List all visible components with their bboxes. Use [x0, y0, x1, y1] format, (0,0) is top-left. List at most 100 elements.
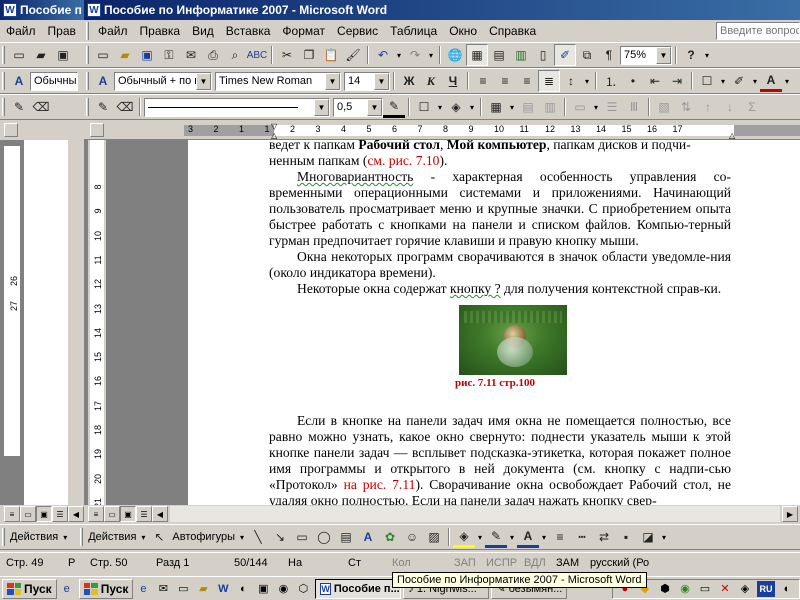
line-spacing-icon[interactable]: ↕ [560, 70, 582, 92]
autoshapes-dropdown-icon[interactable]: ▾ [237, 533, 247, 542]
status-track-changes[interactable]: ИСПР [480, 555, 518, 571]
outside-border-dropdown-icon[interactable]: ▾ [435, 103, 445, 112]
left-actions-dropdown-icon[interactable]: ▾ [60, 533, 70, 542]
left-vertical-scrollbar[interactable] [68, 140, 84, 505]
line-weight-combo[interactable]: 0,5 ▼ [333, 97, 383, 117]
quicklaunch-desktop-icon[interactable]: ▭ [175, 581, 191, 597]
underline-button[interactable]: Ч [442, 70, 464, 92]
undo-icon[interactable]: ↶ [372, 44, 394, 66]
distribute-columns-icon[interactable]: Ⅲ [623, 96, 645, 118]
tray-language-icon[interactable]: RU [757, 580, 775, 597]
web-view-icon[interactable]: ▭ [20, 506, 36, 522]
left-document-page[interactable] [24, 140, 68, 505]
diagram-icon[interactable]: ✿ [379, 526, 401, 548]
menu-insert[interactable]: Вставка [220, 24, 277, 38]
tables-borders-icon[interactable]: ▦ [466, 44, 488, 66]
toolbar-grip[interactable] [2, 46, 5, 64]
tray-app-icon[interactable]: ◉ [677, 581, 693, 597]
toolbar-options-icon[interactable]: ▾ [702, 51, 712, 60]
font-color-icon[interactable]: A [760, 70, 782, 92]
shadow-style-icon[interactable]: ▪ [615, 526, 637, 548]
paste-icon[interactable]: 📋 [320, 44, 342, 66]
chevron-down-icon[interactable]: ▼ [196, 72, 211, 90]
menu-window[interactable]: Окно [443, 24, 483, 38]
border-dropdown-icon[interactable]: ▾ [718, 77, 728, 86]
highlight-dropdown-icon[interactable]: ▾ [750, 77, 760, 86]
tray-close-icon[interactable]: ✕ [717, 581, 733, 597]
chevron-down-icon[interactable]: ▼ [656, 46, 671, 64]
quicklaunch-media-icon[interactable]: ◐ [235, 581, 251, 597]
grammar-flagged-word[interactable]: кнопку ? [450, 281, 501, 296]
menubar-grip[interactable] [86, 22, 89, 40]
align-left-icon[interactable]: ≡ [472, 70, 494, 92]
line-style-combo[interactable]: ▼ [144, 97, 330, 117]
toolbar-grip[interactable] [2, 528, 5, 546]
quicklaunch-folder-icon[interactable]: ▰ [195, 581, 211, 597]
undo-dropdown-icon[interactable]: ▾ [394, 51, 404, 60]
insert-picture-icon[interactable]: ▨ [423, 526, 445, 548]
menu-tools[interactable]: Сервис [331, 24, 384, 38]
align-right-icon[interactable]: ≡ [516, 70, 538, 92]
bold-button[interactable]: Ж [398, 70, 420, 92]
sort-descending-icon[interactable]: ↓ [719, 96, 741, 118]
insert-table-icon[interactable]: ▤ [488, 44, 510, 66]
clipart-icon[interactable]: ☺ [401, 526, 423, 548]
help-question-input[interactable] [716, 22, 800, 40]
chevron-down-icon[interactable]: ▼ [374, 72, 389, 90]
open-folder-icon[interactable]: ▰ [114, 44, 136, 66]
increase-indent-icon[interactable]: ⇥ [666, 70, 688, 92]
sort-ascending-icon[interactable]: ↑ [697, 96, 719, 118]
main-titlebar[interactable]: W Пособие по Информатике 2007 - Microsof… [84, 0, 800, 20]
shading-color-icon[interactable]: ◈ [445, 96, 467, 118]
right-indent-marker[interactable]: △ [729, 131, 735, 140]
document-page[interactable]: ведет к папкам Рабочий стол, Мой компьют… [188, 140, 800, 505]
scroll-left-icon[interactable]: ◀ [152, 506, 168, 522]
format-painter-icon[interactable]: 🖌 [342, 44, 364, 66]
print-icon[interactable]: ⎙ [202, 44, 224, 66]
toolbar-options-icon[interactable]: ▾ [659, 533, 669, 542]
document-map-icon[interactable]: ⧉ [576, 44, 598, 66]
line-color-dropdown-icon[interactable]: ▾ [507, 533, 517, 542]
copy-icon[interactable]: ❐ [298, 44, 320, 66]
arrow-style-icon[interactable]: ⇄ [593, 526, 615, 548]
start-button[interactable]: Пуск [2, 578, 57, 599]
insert-table-dropdown-icon[interactable]: ▾ [507, 103, 517, 112]
font-combo[interactable]: Times New Roman ▼ [215, 71, 341, 91]
scroll-left-icon[interactable]: ◀ [68, 506, 84, 522]
spelling-icon[interactable]: ABC [246, 44, 268, 66]
quicklaunch-app-icon[interactable]: ⬡ [295, 581, 311, 597]
actions-dropdown-icon[interactable]: ▾ [138, 533, 148, 542]
justify-icon[interactable]: ≣ [538, 70, 560, 92]
shading-dropdown-icon[interactable]: ▾ [467, 103, 477, 112]
taskbar-button-word[interactable]: W Пособие п... [315, 578, 402, 599]
figure-reference[interactable]: на рис. 7.11 [344, 477, 416, 492]
save-icon[interactable]: ▣ [136, 44, 158, 66]
menu-format[interactable]: Формат [276, 24, 331, 38]
print-layout-view-icon[interactable]: ▣ [36, 506, 52, 522]
quicklaunch-app-icon[interactable]: ◉ [275, 581, 291, 597]
styles-icon[interactable]: A [8, 70, 30, 92]
font-color-dropdown-icon[interactable]: ▾ [782, 77, 792, 86]
left-menu-edit[interactable]: Прав [42, 24, 82, 38]
draw-table-pencil-icon[interactable]: ✎ [92, 96, 114, 118]
redo-icon[interactable]: ↷ [404, 44, 426, 66]
align-center-icon[interactable]: ≡ [494, 70, 516, 92]
insert-table-icon[interactable]: ▦ [485, 96, 507, 118]
toolbar-grip[interactable] [86, 46, 89, 64]
oval-tool-icon[interactable]: ◯ [313, 526, 335, 548]
status-overtype[interactable]: ЗАМ [550, 555, 584, 571]
toolbar-grip[interactable] [2, 72, 5, 90]
toolbar-grip[interactable] [86, 72, 89, 90]
redo-dropdown-icon[interactable]: ▾ [426, 51, 436, 60]
chevron-down-icon[interactable]: ▼ [314, 98, 329, 116]
pencil-icon[interactable]: ✎ [8, 96, 30, 118]
fill-color-dropdown-icon[interactable]: ▾ [475, 533, 485, 542]
email-icon[interactable]: ✉ [180, 44, 202, 66]
hyperlink-icon[interactable]: 🌐 [444, 44, 466, 66]
scroll-right-icon[interactable]: ▶ [782, 506, 798, 522]
horizontal-scrollbar-track[interactable] [170, 506, 780, 522]
horizontal-ruler[interactable]: 3 2 1 1 2 3 4 5 6 7 8 9 10 11 12 13 14 15 16 17 ▽ △ △ [84, 120, 800, 140]
normal-view-icon[interactable]: ≡ [4, 506, 20, 522]
quicklaunch-ie-icon[interactable]: e [135, 581, 151, 597]
vertical-ruler[interactable]: 8 9 10 11 12 13 14 15 16 17 18 19 20 21 [88, 140, 106, 508]
